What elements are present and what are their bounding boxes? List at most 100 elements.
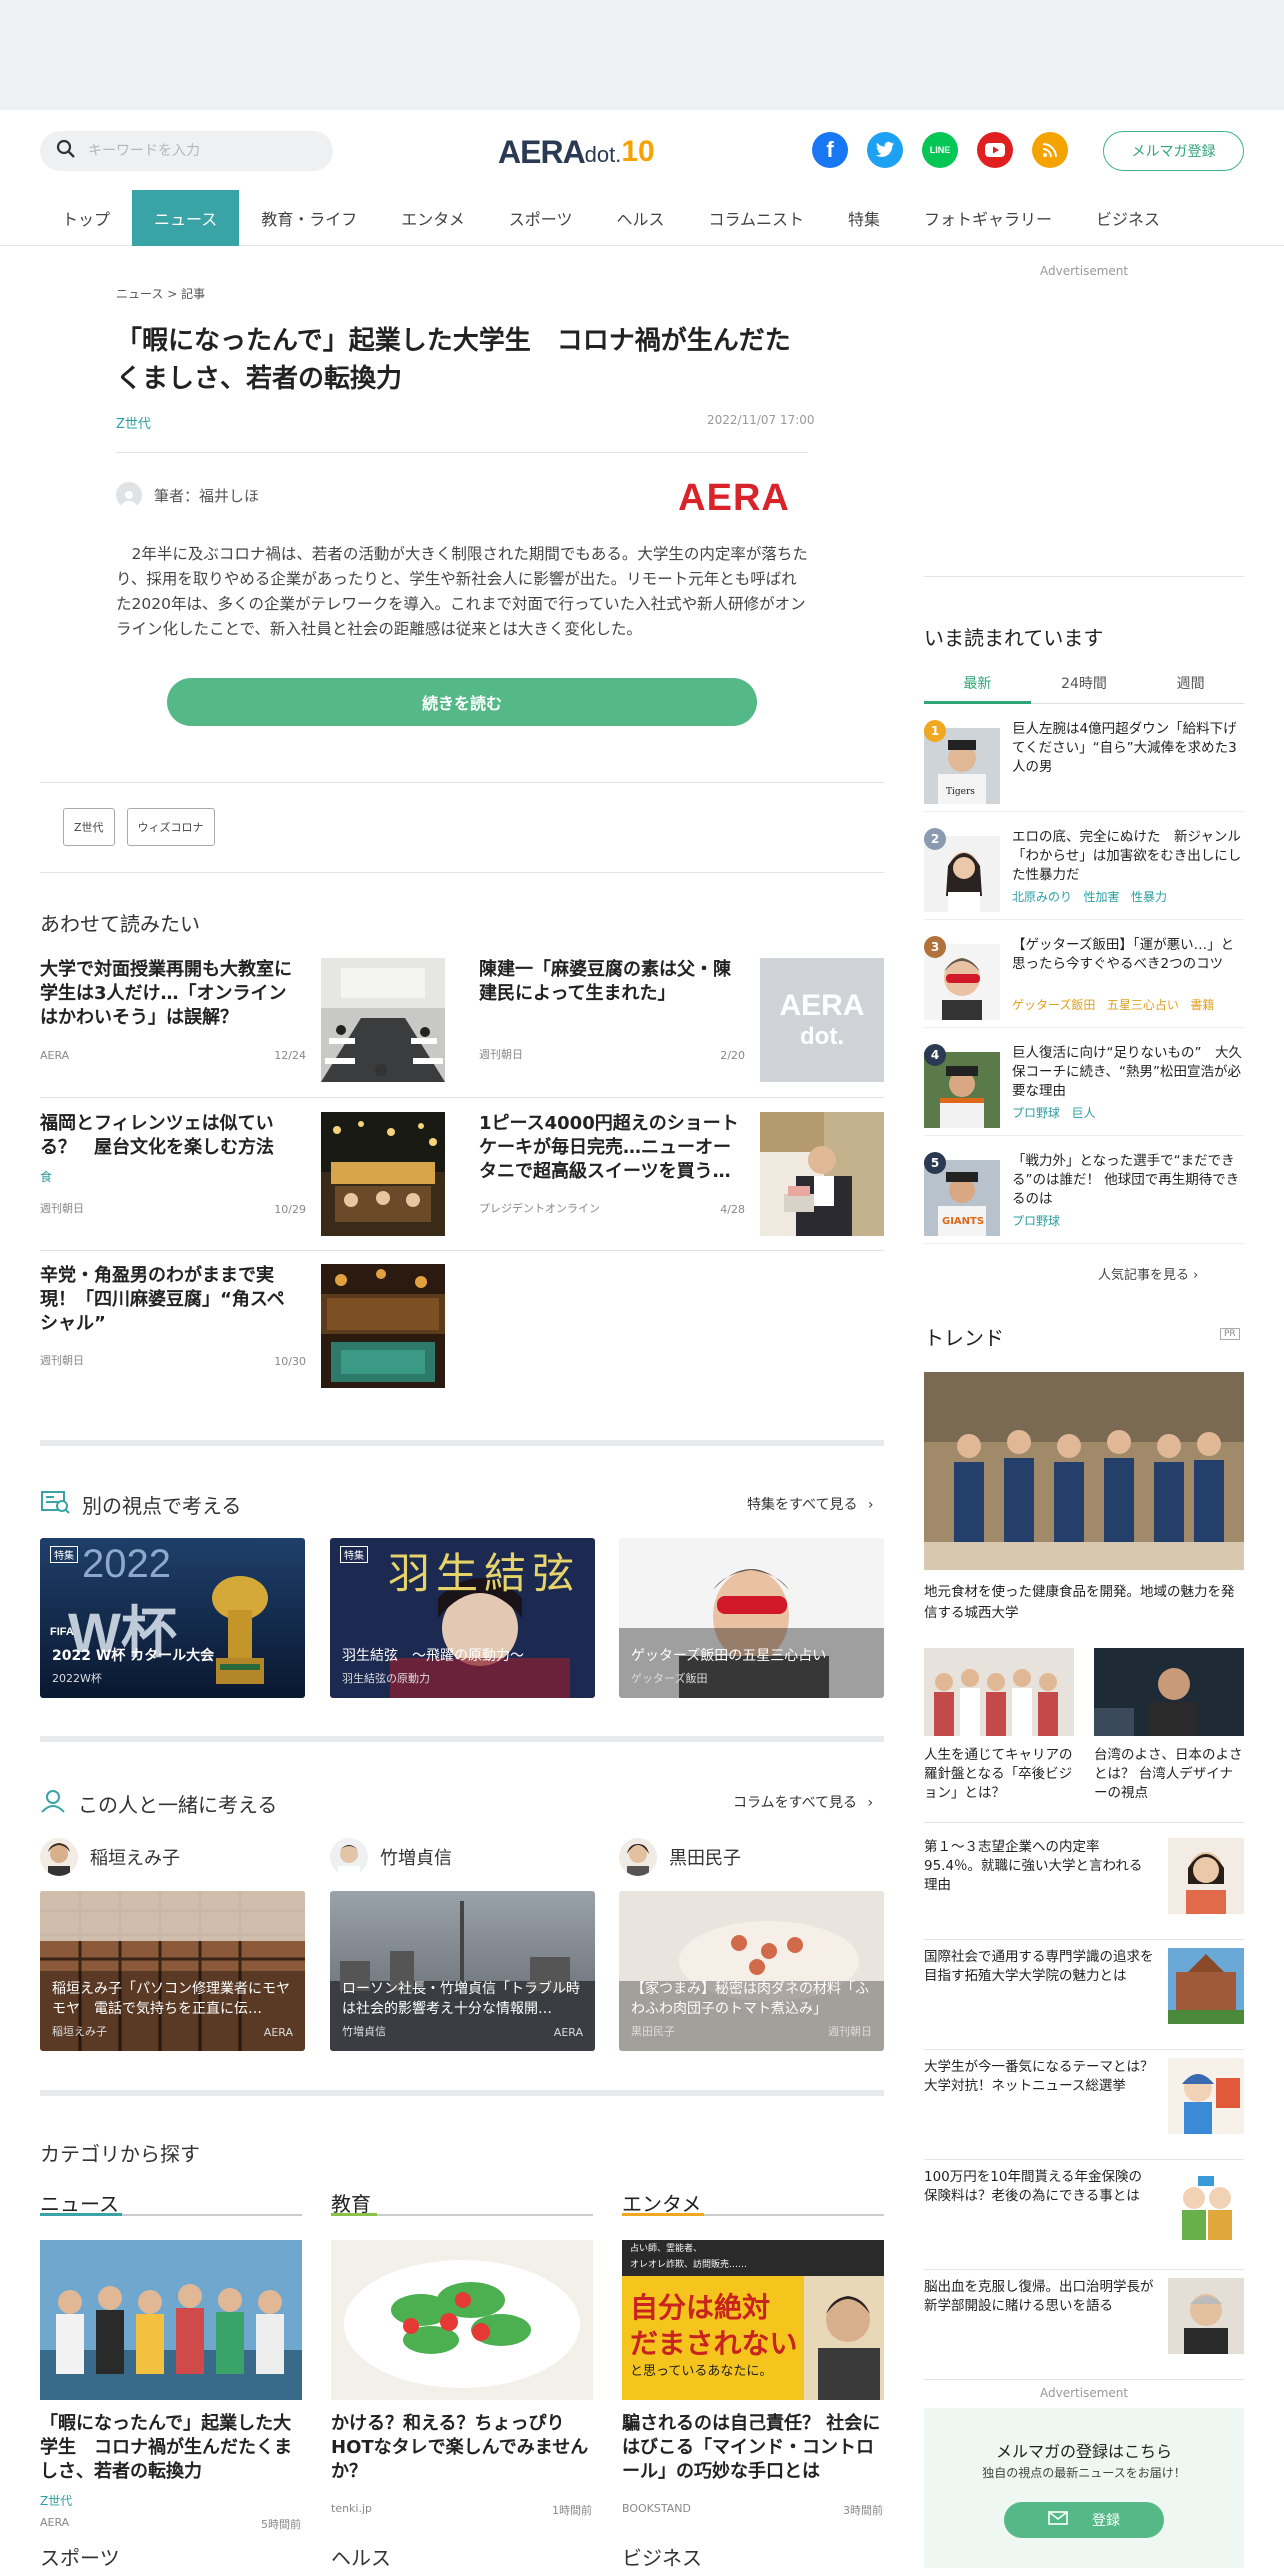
related-thumbnail-placeholder[interactable]: AERA dot.: [760, 958, 884, 1082]
related-thumbnail[interactable]: [760, 1112, 884, 1236]
search-input[interactable]: [88, 143, 308, 159]
category-sports-heading[interactable]: スポーツ: [40, 2542, 120, 2571]
category-news-tag[interactable]: Z世代: [40, 2492, 72, 2509]
trend-item[interactable]: 100万円を10年間貰える年金保険の保険料は？老後の為にできる事とは: [924, 2168, 1244, 2270]
related-source: 週刊朝日: [40, 1354, 84, 1367]
category-health-heading[interactable]: ヘルス: [331, 2542, 391, 2571]
feature-card[interactable]: ゲッターズ飯田の五星三心占い ゲッターズ飯田: [619, 1538, 884, 1698]
category-news-image[interactable]: [40, 2240, 302, 2400]
tag-chip[interactable]: Z世代: [63, 808, 115, 846]
newsletter-button[interactable]: メルマガ登録: [1103, 131, 1244, 171]
trend-item[interactable]: 脳出血を克服し復帰。出口治明学長が新学部開設に賭ける思いを語る: [924, 2278, 1244, 2380]
category-business-heading[interactable]: ビジネス: [622, 2542, 702, 2571]
nav-health[interactable]: ヘルス: [594, 190, 686, 246]
line-icon[interactable]: LINE: [922, 132, 958, 168]
category-education-heading[interactable]: 教育: [331, 2188, 593, 2216]
category-entertainment-title[interactable]: 騙されるのは自己責任？ 社会にはびこる「マインド・コントロール」の巧妙な手口とは: [622, 2412, 884, 2484]
see-all-features-link[interactable]: 特集をすべて見る ›: [747, 1494, 874, 1514]
nav-columnist[interactable]: コラムニスト: [686, 190, 826, 246]
divider: [40, 872, 884, 873]
ranking-tag[interactable]: 性加害: [1083, 890, 1119, 904]
trend-item[interactable]: 第１～３志望企業への内定率95.4％。就職に強い大学と言われる理由: [924, 1838, 1244, 1940]
nav-entertainment[interactable]: エンタメ: [379, 190, 487, 246]
category-news-title[interactable]: 「暇になったんで」起業した大学生 コロナ禍が生んだたくましさ、若者の転換力: [40, 2412, 302, 2484]
related-thumbnail[interactable]: [321, 1264, 445, 1388]
site-logo[interactable]: AERA dot. 10: [498, 130, 655, 174]
nav-education[interactable]: 教育・ライフ: [239, 190, 379, 246]
tag-chips: Z世代 ウィズコロナ: [63, 808, 215, 846]
related-tag[interactable]: 食: [40, 1168, 52, 1185]
category-education-image[interactable]: [331, 2240, 593, 2400]
tab-weekly[interactable]: 週間: [1137, 662, 1244, 703]
search-box[interactable]: [40, 131, 333, 171]
columnist[interactable]: 黒田民子: [619, 1838, 741, 1876]
ranking-item[interactable]: 1 Tigers 巨人左腕は4億円超ダウン「給料下げてください」“自ら”大減俸を…: [924, 720, 1244, 812]
trend-main-image[interactable]: [924, 1372, 1244, 1570]
ranking-tags: プロ野球: [1012, 1212, 1060, 1229]
ranking-tag[interactable]: 五星三心占い: [1107, 998, 1179, 1012]
facebook-icon[interactable]: f: [812, 132, 848, 168]
columnist[interactable]: 稲垣えみ子: [40, 1838, 180, 1876]
section-separator: [40, 1440, 884, 1446]
ranking-tag[interactable]: 北原みのり: [1012, 890, 1072, 904]
category-education-title[interactable]: かける？和える？ちょっぴりHOTなタレで楽しんでみませんか？: [331, 2412, 593, 2484]
ranking-tags: ゲッターズ飯田 五星三心占い 書籍: [1012, 996, 1214, 1013]
ranking-tag[interactable]: 性暴力: [1131, 890, 1167, 904]
column-card[interactable]: 【家つまみ】秘密は肉ダネの材料「ふわふわ肉団子のトマト煮込み」 黒田民子 週刊朝…: [619, 1891, 884, 2051]
youtube-icon[interactable]: [977, 132, 1013, 168]
category-news-heading[interactable]: ニュース: [40, 2188, 302, 2216]
ranking-tag[interactable]: プロ野球: [1012, 1214, 1060, 1228]
ranking-item[interactable]: 4 巨人復活に向け“足りないもの” 大久保コーチに続き、“熱男”松田宣浩が必要な…: [924, 1044, 1244, 1136]
newsletter-register-button[interactable]: 登録: [1004, 2502, 1164, 2538]
twitter-icon[interactable]: [867, 132, 903, 168]
nav-business[interactable]: ビジネス: [1074, 190, 1182, 246]
nav-photo-gallery[interactable]: フォトギャラリー: [902, 190, 1074, 246]
trend-heading: トレンド: [924, 1326, 1004, 1350]
breadcrumb[interactable]: ニュース > 記事: [116, 285, 205, 302]
ranking-item[interactable]: 3 【ゲッターズ飯田】「運が悪い…」と思ったら今すぐやるべき2つのコツ ゲッター…: [924, 936, 1244, 1028]
trend-main-title[interactable]: 地元食材を使った健康食品を開発。地域の魅力を発信する城西大学: [924, 1582, 1244, 1624]
newsletter-title: メルマガの登録はこちら: [995, 2442, 1172, 2461]
feature-card[interactable]: 特集 羽生結弦 羽生結弦 ～飛躍の原動力～ 羽生結弦の原動力: [330, 1538, 595, 1698]
ranking-tag[interactable]: 巨人: [1071, 1106, 1095, 1120]
trend-pair-title[interactable]: 人生を通じてキャリアの羅針盤となる「卒後ビジョン」とは？: [924, 1746, 1074, 1803]
columnist-name: 黒田民子: [669, 1848, 741, 1869]
nav-top[interactable]: トップ: [40, 190, 132, 246]
related-source: プレジデントオンライン: [479, 1202, 600, 1215]
article-tag[interactable]: Z世代: [116, 413, 151, 432]
related-thumbnail[interactable]: [321, 1112, 445, 1236]
ranking-tag[interactable]: ゲッターズ飯田: [1012, 998, 1095, 1012]
ranking-item[interactable]: 2 エロの底、完全にぬけた 新ジャンル「わからせ」は加害欲をむき出しにした性暴力…: [924, 828, 1244, 920]
trend-pair-image[interactable]: [924, 1648, 1074, 1736]
divider: [924, 1822, 1244, 1823]
tag-chip[interactable]: ウィズコロナ: [126, 808, 215, 846]
ranking-tag[interactable]: プロ野球: [1012, 1106, 1060, 1120]
tab-latest[interactable]: 最新: [924, 662, 1031, 704]
nav-feature[interactable]: 特集: [826, 190, 902, 246]
trend-thumbnail: [1168, 2168, 1244, 2244]
related-thumbnail[interactable]: [321, 958, 445, 1082]
category-entertainment-heading[interactable]: エンタメ: [622, 2188, 884, 2216]
rss-icon[interactable]: [1032, 132, 1068, 168]
column-card[interactable]: 稲垣えみ子「パソコン修理業者にモヤモヤ 電話で気持ちを正直に伝… 稲垣えみ子 A…: [40, 1891, 305, 2051]
feature-card[interactable]: 特集 2022 W杯 FIFA 2022 W杯 カタール大会 2022W杯: [40, 1538, 305, 1698]
trend-item[interactable]: 大学生が今一番気になるテーマとは？大学対抗！ネットニュース総選挙: [924, 2058, 1244, 2160]
ranking-item[interactable]: 5 GIANTS 「戦力外」となった選手で“まだできる”のは誰だ！ 他球団で再生…: [924, 1152, 1244, 1244]
trend-pair-title[interactable]: 台湾のよさ、日本のよさとは？ 台湾人デザイナーの視点: [1094, 1746, 1244, 1803]
trend-item[interactable]: 国際社会で通用する専門学識の追求を目指す拓殖大学大学院の魅力とは: [924, 1948, 1244, 2050]
ranking-more-link[interactable]: 人気記事を見る ›: [1098, 1264, 1198, 1283]
tab-24h[interactable]: 24時間: [1031, 662, 1138, 703]
trend-title: 大学生が今一番気になるテーマとは？大学対抗！ネットニュース総選挙: [924, 2059, 1154, 2094]
site-header: AERA dot. 10 f LINE メルマガ登録 トップ ニュース 教育・ラ…: [0, 110, 1284, 246]
chevron-right-icon: ›: [1193, 1268, 1199, 1283]
ranking-tag[interactable]: 書籍: [1190, 998, 1214, 1012]
see-all-columns-link[interactable]: コラムをすべて見る ›: [733, 1792, 873, 1812]
nav-news[interactable]: ニュース: [132, 190, 240, 246]
read-more-button[interactable]: 続きを読む: [167, 678, 757, 726]
search-icon[interactable]: [56, 139, 76, 163]
nav-sports[interactable]: スポーツ: [487, 190, 595, 246]
columnist[interactable]: 竹増貞信: [330, 1838, 452, 1876]
trend-pair-image[interactable]: [1094, 1648, 1244, 1736]
column-card[interactable]: ローソン社長・竹増貞信「トラブル時は社会的影響考え十分な情報開… 竹増貞信 AE…: [330, 1891, 595, 2051]
category-entertainment-image[interactable]: 占い師、霊能者、 オレオレ詐欺、訪問販売…… 自分は絶対 だまされない と思って…: [622, 2240, 884, 2400]
